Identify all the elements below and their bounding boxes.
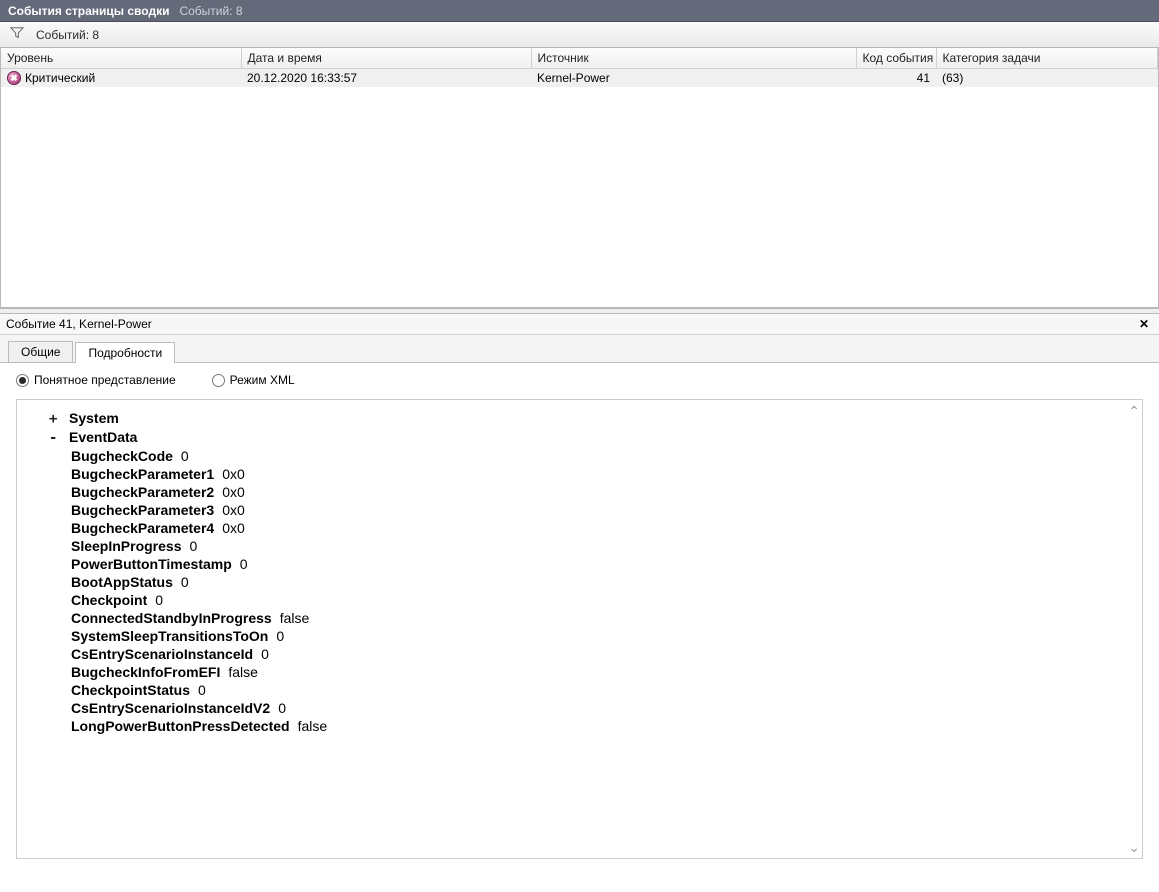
table-row[interactable]: ✖ Критический 20.12.2020 16:33:57 Kernel… — [1, 69, 1158, 88]
event-data-item: BugcheckParameter1 0x0 — [27, 466, 1132, 482]
event-data-item: BugcheckParameter4 0x0 — [27, 520, 1132, 536]
cell-taskcat: (63) — [936, 69, 1158, 88]
title-bar: События страницы сводки Событий: 8 — [0, 0, 1159, 22]
cell-datetime: 20.12.2020 16:33:57 — [241, 69, 531, 88]
event-grid: Уровень Дата и время Источник Код событи… — [0, 48, 1159, 308]
filter-bar: Событий: 8 — [0, 22, 1159, 48]
event-data-value: 0 — [181, 574, 189, 590]
event-data-item: BugcheckInfoFromEFI false — [27, 664, 1132, 680]
filter-icon[interactable] — [10, 26, 36, 43]
tree-system[interactable]: System — [69, 410, 119, 426]
event-data-key: BugcheckInfoFromEFI — [71, 664, 220, 680]
event-data-value: false — [280, 610, 310, 626]
event-data-item: BugcheckParameter3 0x0 — [27, 502, 1132, 518]
event-data-key: BugcheckParameter1 — [71, 466, 214, 482]
filter-count: Событий: 8 — [36, 28, 99, 42]
event-data-item: BugcheckCode 0 — [27, 448, 1132, 464]
cell-source: Kernel-Power — [531, 69, 856, 88]
event-data-key: Checkpoint — [71, 592, 147, 608]
scroll-up-icon[interactable]: ⌃ — [1128, 404, 1140, 418]
scroll-down-icon[interactable]: ⌄ — [1128, 840, 1140, 854]
cell-level: Критический — [25, 71, 95, 85]
event-data-key: BugcheckParameter3 — [71, 502, 214, 518]
event-data-tree: ⌃ + System - EventData BugcheckCode0Bugc… — [16, 399, 1143, 859]
col-level[interactable]: Уровень — [1, 48, 241, 69]
title-text: События страницы сводки — [8, 4, 169, 18]
event-data-value: 0 — [155, 592, 163, 608]
event-data-value: 0x0 — [222, 466, 245, 482]
event-data-value: 0 — [276, 628, 284, 644]
event-data-value: 0 — [278, 700, 286, 716]
event-data-value: 0 — [181, 448, 189, 464]
event-data-value: false — [228, 664, 258, 680]
event-data-value: false — [298, 718, 328, 734]
event-data-value: 0 — [240, 556, 248, 572]
event-data-item: Checkpoint 0 — [27, 592, 1132, 608]
event-data-item: CsEntryScenarioInstanceIdV2 0 — [27, 700, 1132, 716]
event-data-value: 0 — [261, 646, 269, 662]
event-data-item: SystemSleepTransitionsToOn 0 — [27, 628, 1132, 644]
event-data-value: 0x0 — [222, 520, 245, 536]
event-data-value: 0x0 — [222, 484, 245, 500]
event-data-item: CsEntryScenarioInstanceId 0 — [27, 646, 1132, 662]
event-data-key: SleepInProgress — [71, 538, 182, 554]
detail-header: Событие 41, Kernel-Power ✕ — [0, 314, 1159, 335]
tree-eventdata[interactable]: EventData — [69, 429, 137, 445]
expand-icon[interactable]: + — [49, 411, 61, 427]
event-data-value: 0 — [190, 538, 198, 554]
event-data-key: CheckpointStatus — [71, 682, 190, 698]
radio-xml[interactable]: Режим XML — [212, 373, 295, 387]
event-data-key: BootAppStatus — [71, 574, 173, 590]
event-data-key: BugcheckParameter4 — [71, 520, 214, 536]
event-data-item: ConnectedStandbyInProgress false — [27, 610, 1132, 626]
radio-friendly-label: Понятное представление — [34, 373, 176, 387]
error-icon: ✖ — [7, 71, 21, 85]
event-data-item: LongPowerButtonPressDetected false — [27, 718, 1132, 734]
col-source[interactable]: Источник — [531, 48, 856, 69]
event-data-key: BugcheckCode — [71, 448, 173, 464]
details-pane: Понятное представление Режим XML ⌃ + Sys… — [0, 363, 1159, 869]
radio-friendly[interactable]: Понятное представление — [16, 373, 176, 387]
event-data-item: PowerButtonTimestamp 0 — [27, 556, 1132, 572]
event-data-key: BugcheckParameter2 — [71, 484, 214, 500]
cell-eventid: 41 — [856, 69, 936, 88]
event-data-item: BootAppStatus 0 — [27, 574, 1132, 590]
event-data-value: 0 — [198, 682, 206, 698]
title-count: Событий: 8 — [179, 4, 242, 18]
event-data-item: CheckpointStatus 0 — [27, 682, 1132, 698]
event-data-key: CsEntryScenarioInstanceId — [71, 646, 253, 662]
event-data-item: BugcheckParameter2 0x0 — [27, 484, 1132, 500]
event-data-key: PowerButtonTimestamp — [71, 556, 232, 572]
radio-icon — [212, 374, 225, 387]
radio-xml-label: Режим XML — [230, 373, 295, 387]
event-data-key: LongPowerButtonPressDetected — [71, 718, 290, 734]
col-eventid[interactable]: Код события — [856, 48, 936, 69]
detail-title: Событие 41, Kernel-Power — [6, 317, 152, 331]
col-datetime[interactable]: Дата и время — [241, 48, 531, 69]
event-data-key: SystemSleepTransitionsToOn — [71, 628, 268, 644]
tab-details[interactable]: Подробности — [75, 342, 175, 363]
col-taskcat[interactable]: Категория задачи — [936, 48, 1158, 69]
collapse-icon[interactable]: - — [49, 430, 61, 446]
event-data-key: ConnectedStandbyInProgress — [71, 610, 272, 626]
close-icon[interactable]: ✕ — [1135, 317, 1153, 331]
tab-general[interactable]: Общие — [8, 341, 73, 362]
tab-row: Общие Подробности — [0, 335, 1159, 363]
event-data-key: CsEntryScenarioInstanceIdV2 — [71, 700, 270, 716]
radio-icon — [16, 374, 29, 387]
event-data-value: 0x0 — [222, 502, 245, 518]
event-data-item: SleepInProgress 0 — [27, 538, 1132, 554]
